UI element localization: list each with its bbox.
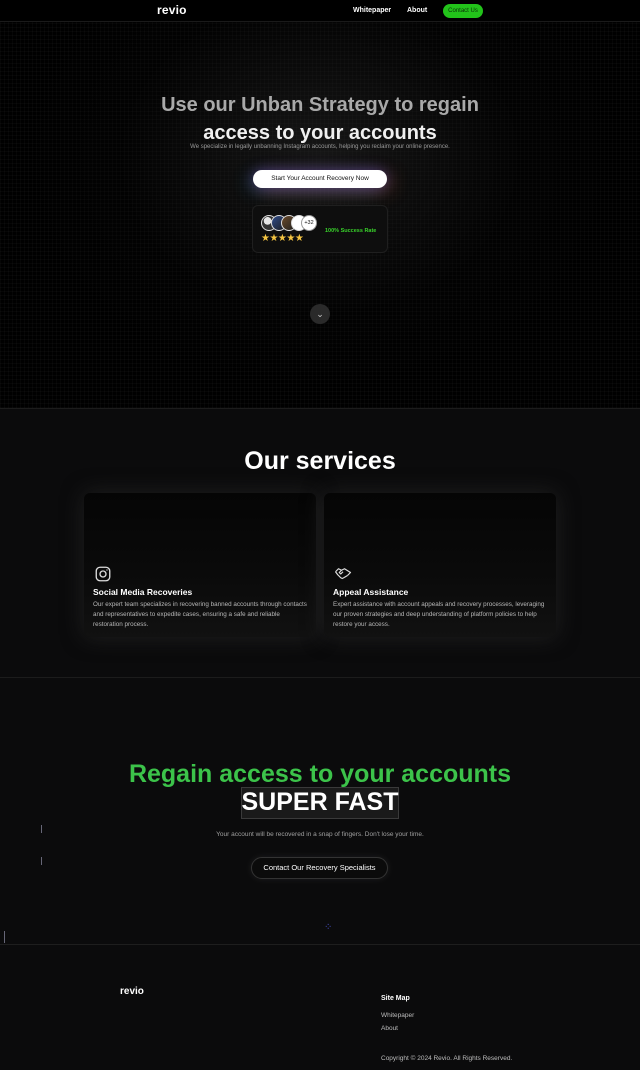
hero-section: Use our Unban Strategy to regain access … xyxy=(0,22,640,408)
nav-link-whitepaper[interactable]: Whitepaper xyxy=(353,7,391,14)
decorative-line xyxy=(41,825,42,833)
avatar-more-count: +32 xyxy=(301,215,317,231)
service-card-title: Social Media Recoveries xyxy=(93,587,193,597)
footer-logo[interactable]: revio xyxy=(120,986,144,997)
service-card-appeal: Appeal Assistance Expert assistance with… xyxy=(324,493,556,637)
cta-headline: Regain access to your accounts xyxy=(128,760,512,788)
cta-subtitle: Your account will be recovered in a snap… xyxy=(216,831,424,838)
star-rating-icon: ★★★★★ xyxy=(261,233,304,244)
copyright-text: Copyright © 2024 Revio. All Rights Reser… xyxy=(381,1055,513,1062)
chevron-down-icon[interactable]: ⌄ xyxy=(310,304,330,324)
hero-title-line-2: access to your accounts xyxy=(203,122,437,144)
success-rate-label: 100% Success Rate xyxy=(325,228,377,234)
decorative-line xyxy=(41,857,42,865)
page: revio Whitepaper About Contact Us Use ou… xyxy=(0,0,640,1070)
handshake-icon xyxy=(335,568,352,580)
service-card-description: Expert assistance with account appeals a… xyxy=(333,601,545,628)
footer: revio Site Map Whitepaper About Copyrigh… xyxy=(0,944,640,1070)
cta-section: Regain access to your accounts SUPER FAS… xyxy=(0,679,640,944)
service-card-description: Our expert team specializes in recoverin… xyxy=(93,601,307,628)
services-section: Our services Social Media Recoveries Our… xyxy=(0,408,640,678)
cta-highlight: SUPER FAST xyxy=(241,788,399,816)
services-title: Our services xyxy=(244,447,396,475)
instagram-icon xyxy=(95,566,111,582)
footer-link-whitepaper[interactable]: Whitepaper xyxy=(381,1012,414,1019)
hero-title-line-1: Use our Unban Strategy to regain xyxy=(161,94,479,116)
sparkle-icon: ⁘ xyxy=(324,922,333,933)
hero-subtitle: We specialize in legally unbanning Insta… xyxy=(190,144,450,150)
social-proof-card: +32 ★★★★★ 100% Success Rate xyxy=(252,205,388,253)
decorative-line xyxy=(4,931,5,943)
top-nav: revio Whitepaper About Contact Us xyxy=(0,0,640,22)
hero-title: Use our Unban Strategy to regain access … xyxy=(0,91,640,147)
start-recovery-button[interactable]: Start Your Account Recovery Now xyxy=(253,170,387,188)
contact-us-button[interactable]: Contact Us xyxy=(443,4,483,18)
sitemap-heading: Site Map xyxy=(381,995,410,1002)
footer-link-about[interactable]: About xyxy=(381,1025,398,1032)
nav-link-about[interactable]: About xyxy=(407,7,427,14)
service-card-title: Appeal Assistance xyxy=(333,587,409,597)
contact-specialists-button[interactable]: Contact Our Recovery Specialists xyxy=(251,857,388,879)
service-card-social-media: Social Media Recoveries Our expert team … xyxy=(84,493,316,637)
logo[interactable]: revio xyxy=(157,3,187,17)
